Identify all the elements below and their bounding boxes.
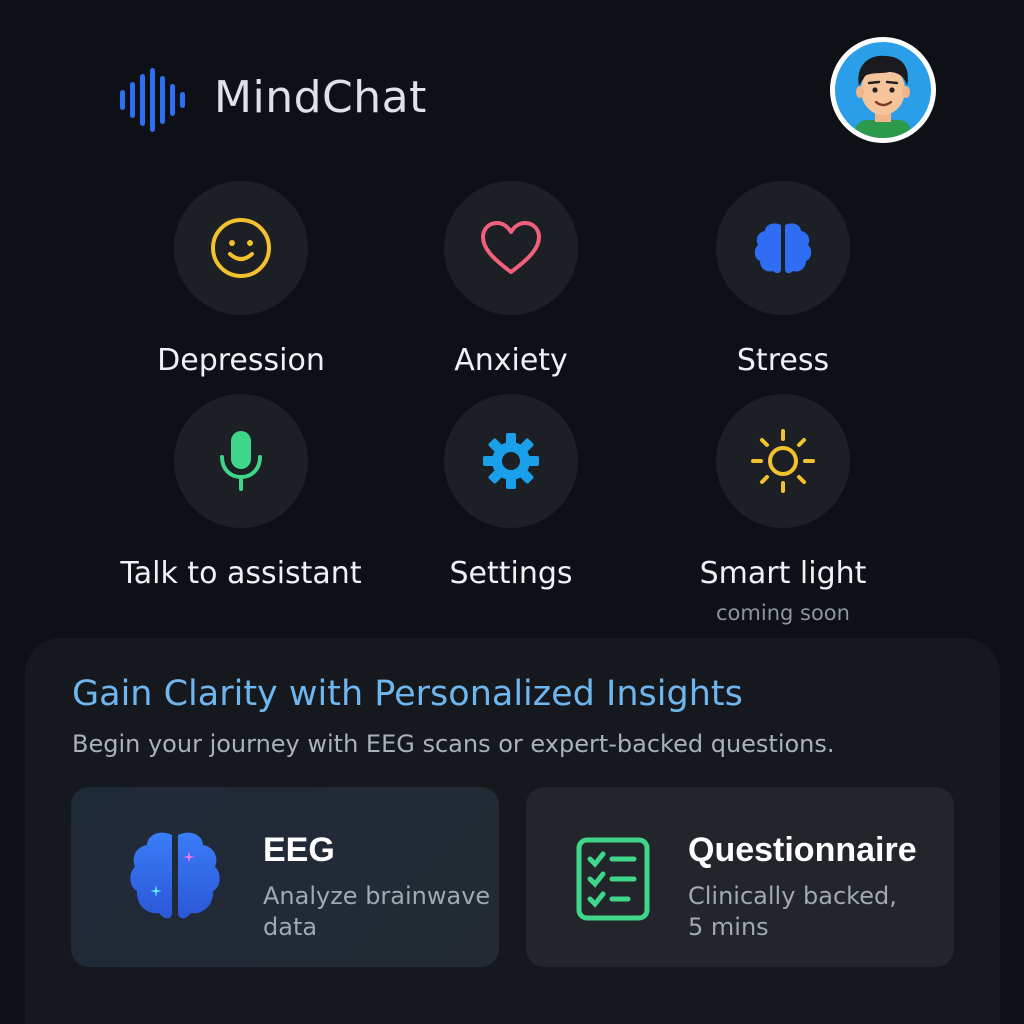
sun-icon xyxy=(751,429,815,493)
soundwave-logo-icon xyxy=(120,68,185,132)
coming-soon-label: coming soon xyxy=(716,601,850,625)
brain-icon xyxy=(130,832,220,919)
questionnaire-card-description: Clinically backed, 5 mins xyxy=(688,882,897,941)
eeg-card[interactable]: EEG Analyze brainwave data xyxy=(71,787,499,967)
microphone-icon xyxy=(220,431,262,491)
questionnaire-card[interactable]: Questionnaire Clinically backed, 5 mins xyxy=(526,787,954,967)
category-smart-light[interactable]: Smart light coming soon xyxy=(653,394,913,625)
category-anxiety-button[interactable] xyxy=(444,181,578,315)
category-label: Smart light xyxy=(699,556,867,591)
category-smart-light-button[interactable] xyxy=(716,394,850,528)
category-talk-button[interactable] xyxy=(174,394,308,528)
user-avatar[interactable] xyxy=(830,37,936,143)
eeg-card-title: EEG xyxy=(263,831,335,869)
gear-icon xyxy=(483,433,539,489)
insights-title: Gain Clarity with Personalized Insights xyxy=(72,674,743,714)
category-talk-to-assistant[interactable]: Talk to assistant xyxy=(111,394,371,591)
category-stress-button[interactable] xyxy=(716,181,850,315)
category-depression-button[interactable] xyxy=(174,181,308,315)
app-title: MindChat xyxy=(214,72,427,123)
eeg-card-description: Analyze brainwave data xyxy=(263,882,491,941)
avatar-icon xyxy=(835,42,931,138)
smile-icon xyxy=(211,218,271,278)
app-header: MindChat xyxy=(0,0,1024,190)
category-depression[interactable]: Depression xyxy=(111,181,371,378)
insights-subtitle: Begin your journey with EEG scans or exp… xyxy=(72,730,835,758)
category-settings[interactable]: Settings xyxy=(381,394,641,591)
brain-icon xyxy=(754,223,812,274)
category-label: Anxiety xyxy=(454,343,568,378)
checklist-icon xyxy=(576,837,650,921)
category-label: Stress xyxy=(736,343,830,378)
category-stress[interactable]: Stress xyxy=(653,181,913,378)
category-label: Depression xyxy=(157,343,325,378)
category-anxiety[interactable]: Anxiety xyxy=(381,181,641,378)
questionnaire-card-title: Questionnaire xyxy=(688,831,917,869)
category-settings-button[interactable] xyxy=(444,394,578,528)
category-label: Talk to assistant xyxy=(120,556,362,591)
heart-icon xyxy=(481,221,541,274)
category-label: Settings xyxy=(449,556,573,591)
